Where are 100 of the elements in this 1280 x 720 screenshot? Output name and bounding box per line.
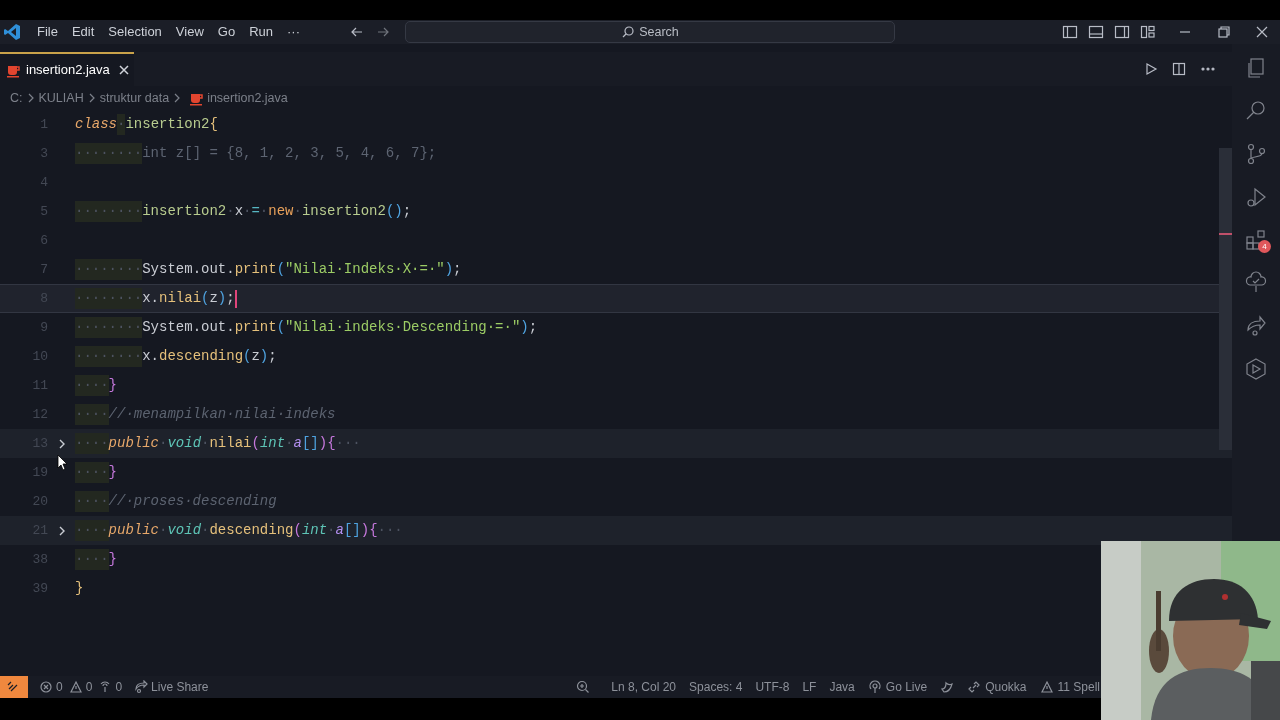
- code-token: void: [167, 434, 202, 453]
- code-token: (): [385, 202, 403, 221]
- code-token: System.out.: [142, 318, 235, 337]
- code-token: ····: [108, 288, 143, 309]
- chevron-right-icon: [26, 93, 35, 103]
- code-token: (: [293, 521, 302, 540]
- code-token: []: [343, 521, 361, 540]
- code-token: (: [243, 347, 252, 366]
- code-token: }: [108, 463, 117, 482]
- breadcrumb-item[interactable]: C:: [10, 88, 23, 108]
- breadcrumb-item[interactable]: struktur data: [99, 88, 170, 108]
- status-item[interactable]: 0: [65, 678, 96, 696]
- share-arrow-icon[interactable]: [1244, 314, 1268, 338]
- code-token: ·: [293, 202, 302, 221]
- code-token: ····: [75, 404, 109, 425]
- status-item[interactable]: 0: [95, 678, 126, 696]
- link-icon: [967, 680, 982, 694]
- status-item[interactable]: 11 Spell: [1039, 678, 1100, 696]
- liveshare-icon: [134, 680, 149, 694]
- code-token: nilai: [159, 289, 202, 308]
- code-token: (: [276, 260, 286, 279]
- code-token: "Nilai·indeks·Descending·=·": [285, 318, 521, 337]
- notification-badge: 4: [1258, 240, 1271, 253]
- code-token: x.: [142, 347, 160, 366]
- search-field[interactable]: Search: [405, 21, 895, 43]
- code-token: ····: [75, 520, 109, 541]
- remote-icon[interactable]: [0, 676, 28, 698]
- status-item[interactable]: Spaces: 4: [689, 678, 743, 696]
- code-token: ····: [75, 143, 109, 164]
- code-token: x.: [142, 289, 160, 308]
- menu-item[interactable]: Run: [242, 22, 280, 42]
- code-token: {: [369, 521, 378, 540]
- code-token: ·: [117, 114, 126, 135]
- warnings-icon: [68, 680, 83, 694]
- status-item[interactable]: Live Share: [131, 678, 212, 696]
- code-token: int: [259, 434, 286, 453]
- code-token: descending: [159, 347, 244, 366]
- code-token: nilai: [209, 434, 252, 453]
- code-token: ·: [159, 521, 168, 540]
- code-token: ·: [159, 434, 168, 453]
- hexagon-play-icon[interactable]: [1244, 357, 1268, 381]
- status-item[interactable]: UTF-8: [755, 678, 790, 696]
- panel-layout-icon[interactable]: [1088, 24, 1104, 40]
- secondary-sidebar-icon[interactable]: [1114, 24, 1130, 40]
- code-token: ·: [226, 202, 235, 221]
- code-token: insertion2: [142, 202, 227, 221]
- menu-item[interactable]: View: [168, 22, 211, 42]
- menu-item[interactable]: ···: [280, 22, 307, 42]
- code-token: print: [234, 260, 277, 279]
- scrollbar[interactable]: [1219, 148, 1232, 450]
- code-token: ): [520, 318, 529, 337]
- code-token: ·: [285, 434, 294, 453]
- code-token: "Nilai·Indeks·X·=·": [285, 260, 445, 279]
- code-token: ;: [453, 260, 462, 279]
- code-token: z: [209, 289, 218, 308]
- breadcrumb-item[interactable]: KULIAH: [38, 88, 84, 108]
- status-item[interactable]: Ln 8, Col 20: [611, 678, 677, 696]
- code-token: ;: [268, 347, 277, 366]
- menu-item[interactable]: File: [30, 22, 65, 42]
- code-token: ·: [201, 521, 210, 540]
- warning-icon: [1039, 680, 1054, 694]
- code-token: ····: [75, 491, 109, 512]
- status-item[interactable]: Go Live: [867, 678, 928, 696]
- code-token: ····: [108, 201, 143, 222]
- status-item[interactable]: LF: [802, 678, 817, 696]
- code-token: ;: [402, 202, 412, 221]
- code-token: x: [234, 202, 244, 221]
- chevron-right-icon: [173, 93, 182, 103]
- fold-chevron-icon[interactable]: [57, 524, 66, 537]
- fold-chevron-icon[interactable]: [57, 437, 66, 450]
- breadcrumb-item[interactable]: insertion2.java: [207, 88, 288, 108]
- sidebar-layout-icon[interactable]: [1062, 24, 1078, 40]
- menu-item[interactable]: Edit: [64, 22, 102, 42]
- code-token: descending: [209, 521, 294, 540]
- code-comment: //·proses·descending: [108, 492, 277, 511]
- chevron-right-icon: [87, 93, 96, 103]
- run-icon[interactable]: [1144, 62, 1158, 76]
- code-token: (: [251, 434, 260, 453]
- run-debug-icon[interactable]: [1244, 185, 1268, 209]
- zoom-icon[interactable]: [576, 680, 591, 694]
- code-token: a: [293, 434, 302, 453]
- code-token: ): [360, 521, 370, 540]
- code-token: ·: [201, 434, 210, 453]
- code-token: {: [327, 434, 336, 453]
- status-item[interactable]: 0: [36, 678, 66, 696]
- menu-item[interactable]: Selection: [101, 22, 169, 42]
- pointer-icon: [56, 454, 68, 472]
- split-editor-icon[interactable]: [1172, 62, 1186, 76]
- status-item[interactable]: Quokka: [967, 678, 1027, 696]
- code-token: public: [108, 434, 160, 453]
- code-token: ;: [226, 289, 235, 308]
- code-token: ·: [243, 202, 252, 221]
- code-comment: //·menampilkan·nilai·indeks: [108, 405, 336, 424]
- code-token: class: [75, 115, 117, 134]
- code-token: int: [301, 521, 328, 540]
- close-icon[interactable]: [117, 64, 130, 76]
- menu-item[interactable]: Go: [210, 22, 243, 42]
- status-item[interactable]: Java: [829, 678, 855, 696]
- code-token: z: [251, 347, 260, 366]
- customize-layout-icon[interactable]: [1140, 24, 1156, 40]
